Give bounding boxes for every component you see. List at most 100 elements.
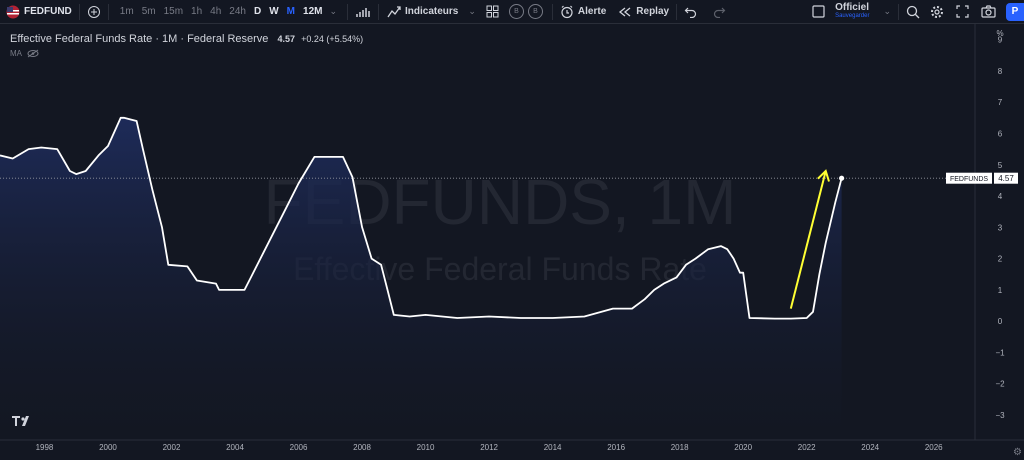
symbol-search[interactable]: FEDFUND: [0, 0, 72, 24]
indicators-button[interactable]: Indicateurs ⌄: [386, 0, 476, 24]
undo-button[interactable]: [684, 0, 698, 24]
settings-button[interactable]: [930, 0, 944, 24]
circle-buttons: B B: [507, 0, 545, 24]
x-tick-label: 2008: [353, 443, 371, 452]
chevron-down-icon[interactable]: ⌄: [326, 6, 340, 17]
search-button[interactable]: [906, 0, 920, 24]
undo-icon: [684, 7, 697, 18]
grid-icon: [486, 5, 499, 18]
ma-label: MA: [10, 49, 22, 58]
indicators-label: Indicateurs: [405, 6, 459, 17]
x-tick-label: 2012: [480, 443, 498, 452]
y-tick-label: 7: [998, 98, 1003, 107]
snapshot-button[interactable]: [981, 0, 996, 24]
alert-label: Alerte: [577, 6, 607, 17]
x-tick-label: 2026: [925, 443, 943, 452]
search-icon: [906, 5, 920, 18]
x-tick-label: 2000: [99, 443, 117, 452]
compare-button[interactable]: [87, 0, 101, 24]
interval-4h[interactable]: 4h: [206, 6, 225, 17]
layout-name-button[interactable]: Officiel Sauvegarder: [835, 0, 869, 24]
price-label-value: 4.57: [998, 174, 1014, 183]
fullscreen-icon: [956, 5, 969, 18]
interval-w[interactable]: W: [265, 6, 282, 17]
x-tick-label: 2004: [226, 443, 244, 452]
us-flag-icon: [6, 5, 20, 18]
replay-label: Replay: [636, 6, 670, 17]
divider: [898, 3, 899, 20]
rewind-icon: [619, 6, 631, 17]
publish-button[interactable]: P: [1006, 0, 1024, 24]
alert-button[interactable]: Alerte: [560, 0, 606, 24]
interval-15m[interactable]: 15m: [160, 6, 187, 17]
camera-icon: [981, 5, 996, 18]
y-tick-label: 1: [998, 286, 1003, 295]
x-tick-label: 1998: [36, 443, 54, 452]
eye-off-icon[interactable]: [27, 49, 39, 58]
y-tick-label: −2: [995, 380, 1005, 389]
chevron-down-icon: ⌄: [468, 6, 476, 16]
layout-name: Officiel: [835, 1, 869, 13]
bar-chart-icon: [356, 7, 370, 17]
y-tick-label: −3: [995, 411, 1005, 420]
legend-title: Effective Federal Funds Rate · 1M · Fede…: [10, 33, 269, 45]
divider: [676, 3, 678, 20]
gear-icon: [931, 5, 943, 18]
chevron-down-icon[interactable]: ⌄: [883, 6, 891, 17]
circle-button-a[interactable]: B: [508, 4, 524, 19]
divider: [551, 3, 553, 20]
fullscreen-button[interactable]: [956, 0, 969, 24]
divider: [378, 3, 380, 20]
x-tick-label: 2006: [290, 443, 308, 452]
price-chart[interactable]: FEDFUNDS, 1M Effective Federal Funds Rat…: [0, 24, 1024, 460]
interval-5m[interactable]: 5m: [138, 6, 160, 17]
legend-change: +0.24 (+5.54%): [301, 34, 364, 44]
interval-1h[interactable]: 1h: [187, 6, 206, 17]
chart-type-button[interactable]: [355, 0, 371, 24]
alarm-clock-icon: [561, 5, 573, 18]
templates-button[interactable]: [486, 0, 499, 24]
x-tick-label: 2018: [671, 443, 689, 452]
redo-button[interactable]: [712, 0, 726, 24]
x-tick-label: 2016: [607, 443, 625, 452]
y-tick-label: −1: [995, 348, 1005, 357]
y-tick-label: 4: [998, 192, 1003, 201]
publish-label: P: [1006, 2, 1024, 21]
x-tick-label: 2002: [163, 443, 181, 452]
y-tick-label: 9: [998, 36, 1003, 45]
y-tick-label: 8: [998, 67, 1003, 76]
gear-icon[interactable]: ⚙: [1013, 447, 1022, 458]
layout-square-button[interactable]: [812, 0, 825, 24]
chart-legend: Effective Federal Funds Rate · 1M · Fede…: [10, 33, 363, 45]
ma-indicator-row[interactable]: MA: [10, 49, 39, 58]
x-tick-label: 2022: [798, 443, 816, 452]
y-tick-label: 2: [998, 255, 1003, 264]
layout-status: Sauvegarder: [835, 12, 870, 19]
x-tick-label: 2024: [861, 443, 879, 452]
interval-selector: 1m 5m 15m 1h 4h 24h D W M 12M ⌄: [116, 0, 340, 24]
interval-d[interactable]: D: [250, 6, 265, 17]
divider: [78, 3, 80, 20]
y-tick-label: 3: [998, 223, 1003, 232]
interval-24h[interactable]: 24h: [225, 6, 250, 17]
interval-12m[interactable]: 12M: [299, 6, 326, 17]
y-tick-label: 6: [998, 129, 1003, 138]
divider: [347, 3, 349, 20]
interval-m[interactable]: M: [283, 6, 299, 17]
x-tick-label: 2020: [734, 443, 752, 452]
y-tick-label: 0: [998, 317, 1003, 326]
interval-1m[interactable]: 1m: [116, 6, 138, 17]
replay-button[interactable]: Replay: [618, 0, 669, 24]
time-axis[interactable]: 1998 2000 2002 2004 2006 2008 2010 2012 2014 2016…: [36, 443, 944, 452]
y-tick-label: 5: [998, 161, 1003, 170]
price-axis[interactable]: %9876543210−1−2−3: [995, 29, 1005, 420]
redo-icon: [713, 7, 726, 18]
legend-last-value: 4.57: [277, 34, 295, 44]
x-tick-label: 2014: [544, 443, 562, 452]
circle-button-b[interactable]: B: [527, 4, 543, 19]
top-toolbar: FEDFUND 1m 5m 15m 1h 4h 24h D W M 12M ⌄ …: [0, 0, 1024, 24]
divider: [107, 3, 109, 20]
plus-circle-icon: [87, 5, 100, 18]
indicators-icon: [387, 5, 401, 17]
price-label-name: FEDFUNDS: [950, 176, 988, 183]
